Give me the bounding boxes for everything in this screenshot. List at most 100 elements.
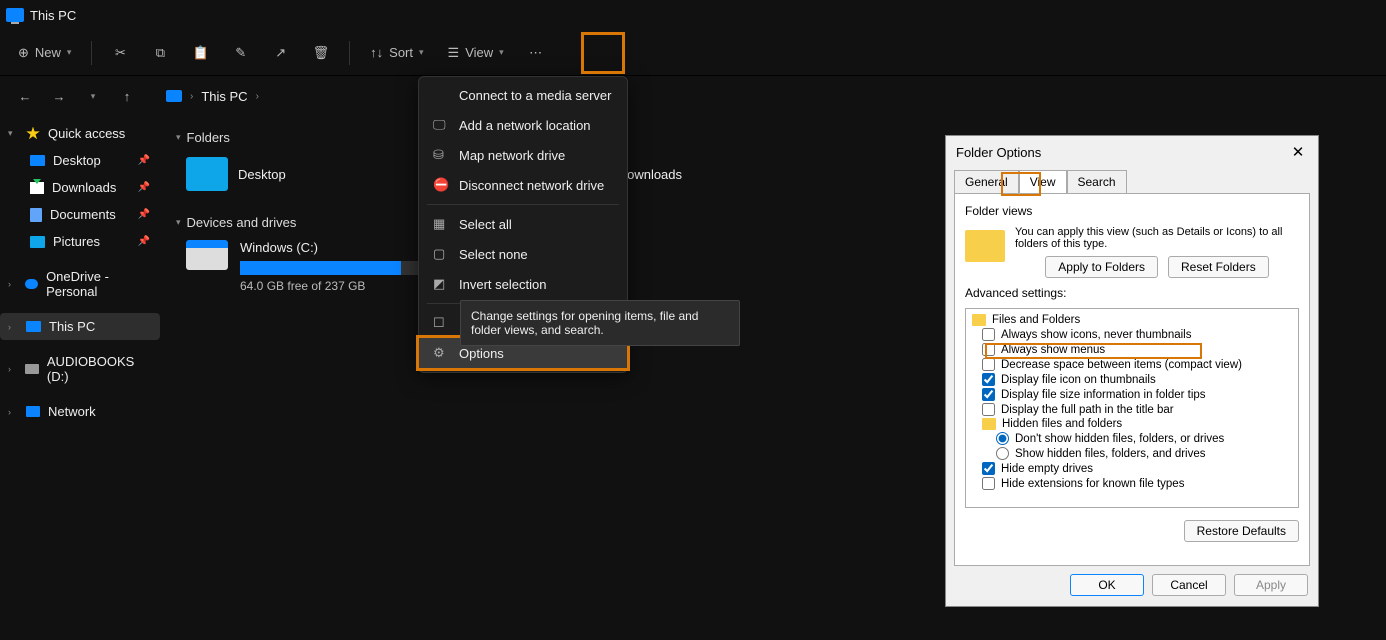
tab-search[interactable]: Search	[1067, 170, 1127, 194]
sidebar-item-pictures[interactable]: Pictures 📌	[0, 228, 160, 255]
radio[interactable]	[996, 447, 1009, 460]
section-title: Folders	[187, 130, 230, 145]
option-hide-empty-drives[interactable]: Hide empty drives	[970, 461, 1294, 476]
ctx-select-all[interactable]: ▦ Select all	[419, 209, 627, 239]
pin-icon: 📌	[138, 209, 150, 220]
ctx-select-none[interactable]: ▢ Select none	[419, 239, 627, 269]
new-button[interactable]: ⊕ New ▾	[10, 37, 79, 69]
option-label: Always show icons, never thumbnails	[1001, 329, 1191, 341]
checkbox[interactable]	[982, 388, 995, 401]
back-button[interactable]: ←	[10, 81, 40, 111]
breadcrumb-location[interactable]: This PC	[201, 89, 247, 104]
option-label: Don't show hidden files, folders, or dri…	[1015, 433, 1224, 445]
sidebar-item-label: Desktop	[53, 153, 101, 168]
close-button[interactable]: ✕	[1288, 142, 1308, 162]
options-tooltip: Change settings for opening items, file …	[460, 300, 740, 346]
sort-icon: ↑↓	[370, 45, 383, 60]
restore-defaults-button[interactable]: Restore Defaults	[1184, 520, 1299, 542]
cancel-button[interactable]: Cancel	[1152, 574, 1226, 596]
address-bar[interactable]: › This PC ›	[156, 89, 269, 104]
cut-button[interactable]: ✂	[104, 37, 136, 69]
folder-desktop[interactable]: Desktop	[186, 157, 286, 191]
checkbox[interactable]	[982, 403, 995, 416]
select-none-icon: ▢	[433, 246, 449, 262]
tab-view[interactable]: View	[1019, 170, 1067, 194]
pin-icon: 📌	[138, 236, 150, 247]
copy-button[interactable]: ⧉	[144, 37, 176, 69]
ctx-connect-media-server[interactable]: Connect to a media server	[419, 81, 627, 110]
sidebar-item-this-pc[interactable]: › This PC	[0, 313, 160, 340]
dialog-bottom-buttons: OK Cancel Apply	[946, 574, 1318, 606]
view-label: View	[465, 45, 493, 60]
chevron-down-icon: ▾	[8, 128, 18, 139]
sidebar-item-network[interactable]: › Network	[0, 398, 160, 425]
sidebar-item-label: AUDIOBOOKS (D:)	[47, 354, 150, 384]
ctx-invert-selection[interactable]: ◩ Invert selection	[419, 269, 627, 299]
sidebar-item-audiobooks[interactable]: › AUDIOBOOKS (D:)	[0, 348, 160, 390]
ctx-disconnect-network-drive[interactable]: ⛔ Disconnect network drive	[419, 170, 627, 200]
view-button[interactable]: ☰ View ▾	[440, 37, 512, 69]
checkbox[interactable]	[982, 358, 995, 371]
advanced-settings-list[interactable]: Files and Folders Always show icons, nev…	[965, 308, 1299, 508]
downloads-icon	[30, 182, 44, 194]
pin-icon: 📌	[138, 155, 150, 166]
tab-general[interactable]: General	[954, 170, 1019, 194]
sort-button[interactable]: ↑↓ Sort ▾	[362, 37, 431, 69]
ok-button[interactable]: OK	[1070, 574, 1144, 596]
option-show-hidden[interactable]: Show hidden files, folders, and drives	[970, 446, 1294, 461]
chevron-right-icon: ›	[8, 279, 17, 289]
checkbox[interactable]	[982, 328, 995, 341]
ctx-map-network-drive[interactable]: ⛁ Map network drive	[419, 140, 627, 170]
checkbox[interactable]	[982, 373, 995, 386]
apply-to-folders-button[interactable]: Apply to Folders	[1045, 256, 1158, 278]
ctx-label: Select none	[459, 247, 528, 262]
separator	[427, 204, 619, 205]
sidebar-item-onedrive[interactable]: › OneDrive - Personal	[0, 263, 160, 305]
option-file-size-tips[interactable]: Display file size information in folder …	[970, 387, 1294, 402]
paste-button[interactable]: 📋	[184, 37, 216, 69]
option-full-path-titlebar[interactable]: Display the full path in the title bar	[970, 402, 1294, 417]
recent-button[interactable]: ▾	[78, 81, 108, 111]
advanced-group-files-folders: Files and Folders	[970, 313, 1294, 327]
up-button[interactable]: ↑	[112, 81, 142, 111]
option-label: Display file size information in folder …	[1001, 389, 1206, 401]
sidebar-item-documents[interactable]: Documents 📌	[0, 201, 160, 228]
checkbox[interactable]	[982, 343, 995, 356]
ctx-add-network-location[interactable]: 🖵 Add a network location	[419, 110, 627, 140]
chevron-down-icon: ▾	[176, 217, 181, 228]
checkbox[interactable]	[982, 477, 995, 490]
option-file-icon-thumbnails[interactable]: Display file icon on thumbnails	[970, 372, 1294, 387]
option-compact-view[interactable]: Decrease space between items (compact vi…	[970, 357, 1294, 372]
checkbox[interactable]	[982, 462, 995, 475]
delete-button[interactable]: 🗑	[305, 37, 338, 69]
sidebar-item-downloads[interactable]: Downloads 📌	[0, 174, 160, 201]
sidebar-item-desktop[interactable]: Desktop 📌	[0, 147, 160, 174]
divider	[91, 41, 92, 65]
option-hide-extensions[interactable]: Hide extensions for known file types	[970, 476, 1294, 491]
ctx-label: Disconnect network drive	[459, 178, 604, 193]
reset-folders-button[interactable]: Reset Folders	[1168, 256, 1269, 278]
chevron-right-icon: ›	[8, 407, 18, 417]
option-always-menus[interactable]: Always show menus	[970, 342, 1294, 357]
sidebar-item-quick-access[interactable]: ▾ Quick access	[0, 120, 160, 147]
radio[interactable]	[996, 432, 1009, 445]
sidebar-item-label: Network	[48, 404, 96, 419]
pc-icon	[26, 321, 41, 332]
more-button[interactable]: ⋯	[520, 37, 552, 69]
tab-body: Folder views You can apply this view (su…	[954, 193, 1310, 566]
option-dont-show-hidden[interactable]: Don't show hidden files, folders, or dri…	[970, 431, 1294, 446]
sidebar-item-label: OneDrive - Personal	[46, 269, 150, 299]
view-icon: ☰	[448, 45, 460, 61]
rename-button[interactable]: ✎	[225, 37, 257, 69]
chevron-down-icon: ▾	[419, 47, 424, 58]
share-button[interactable]: ↗	[265, 37, 297, 69]
select-all-icon: ▦	[433, 216, 449, 232]
option-always-icons[interactable]: Always show icons, never thumbnails	[970, 327, 1294, 342]
drive-icon: ⛁	[433, 147, 449, 163]
sidebar-item-label: Quick access	[48, 126, 125, 141]
rename-icon: ✎	[235, 45, 246, 61]
group-label: Files and Folders	[992, 314, 1080, 326]
pictures-icon	[30, 236, 45, 248]
apply-button[interactable]: Apply	[1234, 574, 1308, 596]
forward-button[interactable]: →	[44, 81, 74, 111]
